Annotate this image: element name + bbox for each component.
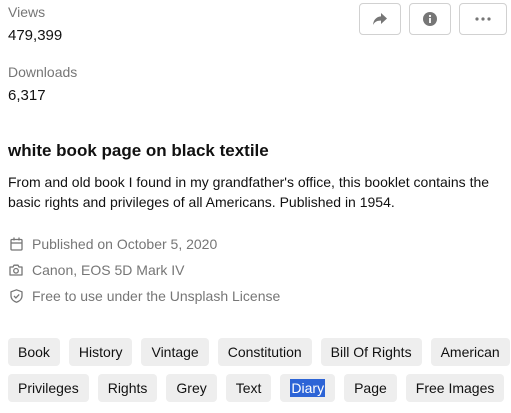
license-row: Free to use under the Unsplash License [8,287,280,305]
published-date: Published on October 5, 2020 [32,236,218,252]
ellipsis-icon [475,17,491,21]
camera-icon [8,262,24,278]
views-value: 479,399 [8,27,63,44]
tag-bill-of-rights[interactable]: Bill Of Rights [320,338,422,366]
shield-check-icon [8,288,24,304]
tag-grey[interactable]: Grey [166,374,217,402]
views-stat: Views 479,399 [8,4,62,45]
tag-free-images[interactable]: Free Images [405,374,505,402]
tag-page[interactable]: Page [344,374,397,402]
downloads-stat: Downloads 6,317 [8,64,77,105]
tag-list: Book History Vintage Constitution Bill O… [8,338,510,410]
tag-diary[interactable]: Diary [280,374,336,402]
tag-text[interactable]: Text [225,374,272,402]
license-link[interactable]: Free to use under the Unsplash License [32,287,280,305]
tag-row-2: Privileges Rights Grey Text Diary Page F… [8,374,508,402]
views-label: Views [8,4,46,20]
photo-title: white book page on black textile [8,141,269,160]
camera-row: Canon, EOS 5D Mark IV [8,261,280,279]
more-actions-button[interactable] [459,3,507,35]
tag-diary-label: Diary [290,379,326,397]
downloads-value: 6,317 [8,87,46,104]
share-button[interactable] [359,3,401,35]
photo-info-panel: Views 479,399 Downloads 6,317 white book… [0,0,511,413]
downloads-label: Downloads [8,64,78,80]
tag-constitution[interactable]: Constitution [217,338,312,366]
photo-description: From and old book I found in my grandfat… [8,174,490,210]
camera-model[interactable]: Canon, EOS 5D Mark IV [32,261,185,279]
calendar-icon [8,236,24,252]
photo-meta: Published on October 5, 2020 Canon, EOS … [8,235,280,313]
tag-row-1: Book History Vintage Constitution Bill O… [8,338,510,366]
tag-rights[interactable]: Rights [97,374,158,402]
published-row: Published on October 5, 2020 [8,235,280,253]
info-button[interactable] [409,3,451,35]
tag-vintage[interactable]: Vintage [141,338,209,366]
tag-privileges[interactable]: Privileges [8,374,89,402]
tag-american[interactable]: American [430,338,510,366]
action-buttons [359,3,507,35]
info-icon [423,12,437,26]
share-arrow-icon [373,13,387,25]
tag-history[interactable]: History [68,338,133,366]
tag-book[interactable]: Book [8,338,60,366]
